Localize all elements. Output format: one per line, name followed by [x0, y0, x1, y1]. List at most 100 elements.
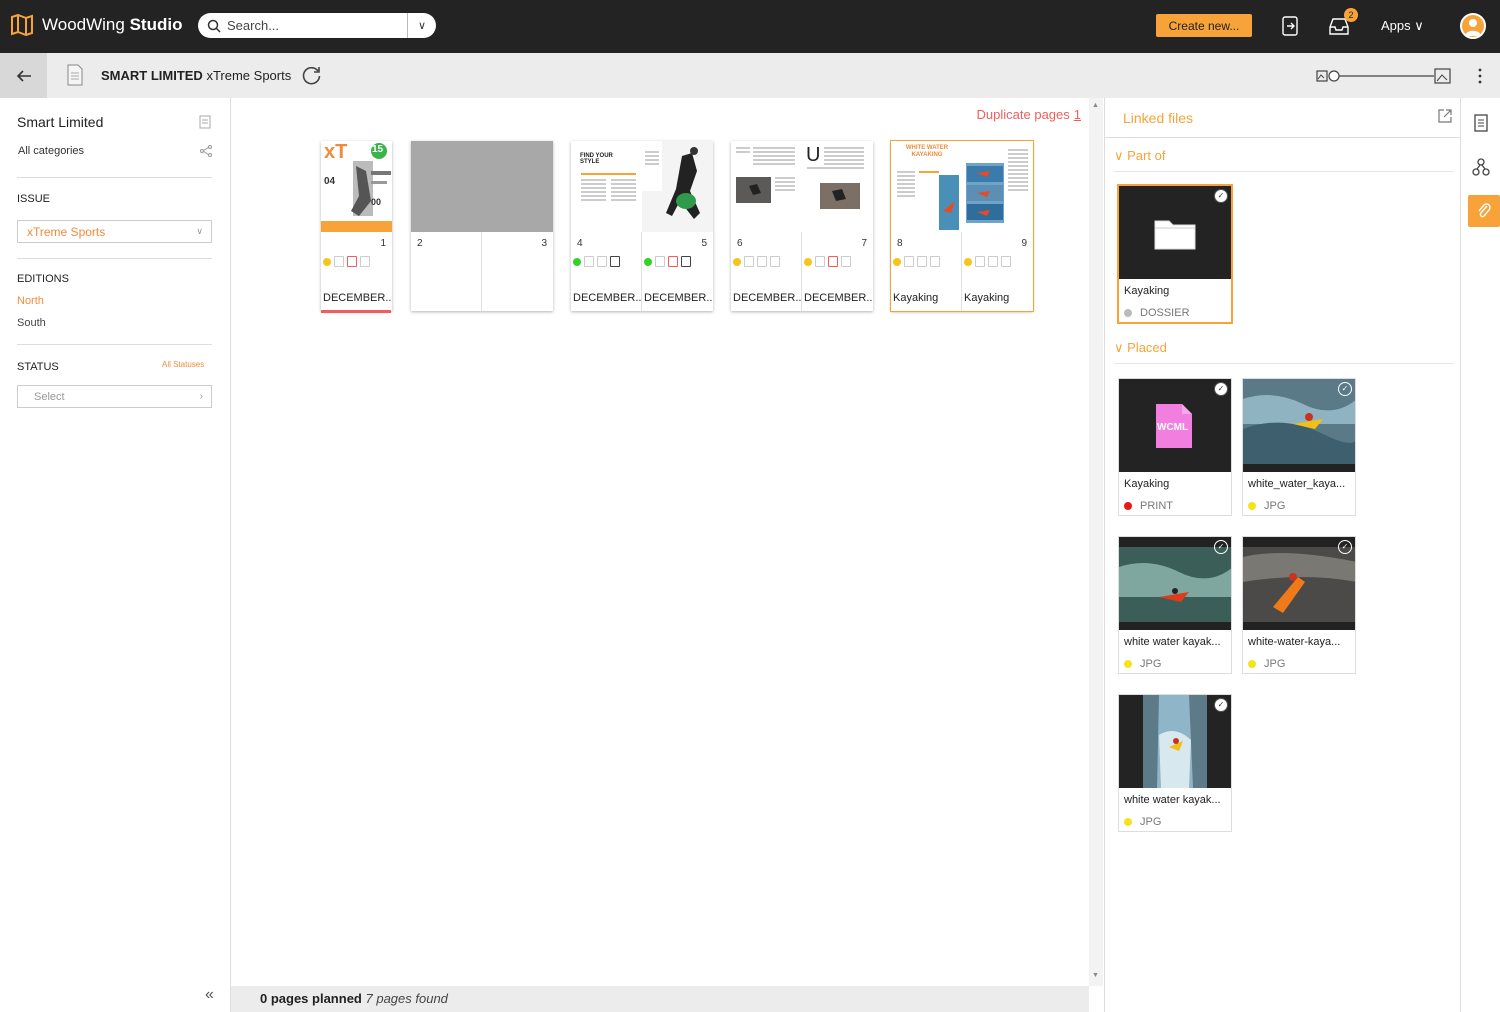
select-checkbox[interactable]: ✓ — [1214, 382, 1228, 396]
page-spread[interactable]: 6 DECEMBER... U 7 DECEMBER... — [731, 141, 873, 311]
page-number: 5 — [701, 238, 707, 249]
note-icon — [988, 256, 998, 267]
filter-sidebar: Smart Limited All categories ISSUE xTrem… — [0, 98, 231, 1012]
category-selector[interactable]: All categories — [18, 145, 84, 157]
file-thumbnail — [1243, 537, 1355, 630]
status-select[interactable]: Select › — [17, 385, 212, 408]
paperclip-icon — [1478, 203, 1491, 218]
warning-icon[interactable] — [668, 256, 678, 267]
linked-file-card[interactable]: ✓ white water kayak... JPG — [1118, 536, 1232, 674]
file-name: white water kayak... — [1124, 636, 1221, 648]
page-preview: FIND YOUR STYLE — [571, 141, 642, 232]
flag-icon — [584, 256, 594, 267]
warning-icon[interactable] — [347, 256, 357, 267]
status-dot — [893, 257, 901, 266]
page-thumbnail[interactable]: FIND YOUR STYLE 4 DECEMBER... — [571, 141, 642, 311]
page-preview: WHITE WATER KAYAKING — [891, 141, 962, 232]
search-box[interactable]: Search... ∨ — [198, 13, 436, 38]
page-thumbnail[interactable]: U 7 DECEMBER... — [802, 141, 873, 311]
select-checkbox[interactable]: ✓ — [1214, 540, 1228, 554]
note-icon — [597, 256, 607, 267]
note-icon — [757, 256, 767, 267]
page-headline-text: WHITE WATER KAYAKING — [905, 145, 949, 158]
search-input[interactable]: Search... — [227, 18, 407, 33]
placed-section-toggle[interactable]: ∨ Placed — [1114, 340, 1167, 356]
page-preview — [642, 141, 713, 232]
file-thumbnail — [1119, 537, 1231, 630]
refresh-icon[interactable] — [301, 65, 322, 86]
linked-files-panel: Linked files ∨ Part of ✓ Kayaking DOSSIE… — [1104, 98, 1461, 1012]
properties-icon[interactable] — [1471, 113, 1491, 133]
page-thumbnail[interactable]: 9 Kayaking — [962, 141, 1033, 311]
zoom-slider[interactable] — [1316, 67, 1452, 85]
more-options-icon[interactable] — [1475, 67, 1485, 85]
linked-file-card[interactable]: ✓ white water kayak... JPG — [1118, 694, 1232, 832]
file-name: Kayaking — [1124, 478, 1170, 490]
linked-file-card[interactable]: ✓ white_water_kaya... JPG — [1242, 378, 1356, 516]
user-avatar[interactable] — [1460, 13, 1486, 39]
page-thumbnail[interactable]: 5 DECEMBER... — [642, 141, 713, 311]
page-status-icons — [323, 256, 370, 267]
issue-select-value: xTreme Sports — [27, 224, 106, 239]
brand-icon[interactable] — [199, 115, 211, 129]
edition-north[interactable]: North — [17, 295, 44, 307]
file-name: white_water_kaya... — [1248, 478, 1346, 490]
scroll-up-icon[interactable]: ▲ — [1092, 102, 1099, 109]
scroll-down-icon[interactable]: ▼ — [1092, 972, 1099, 979]
page-thumbnail[interactable]: WHITE WATER KAYAKING 8 Kayaking — [891, 141, 962, 311]
edition-south[interactable]: South — [17, 317, 46, 329]
vertical-scrollbar[interactable] — [1089, 98, 1103, 986]
page-spread-selected[interactable]: WHITE WATER KAYAKING 8 Kayaking 9 Kayaki… — [890, 140, 1034, 312]
page-thumbnail[interactable]: xT 15 04 00 1 DECEMBER... — [321, 141, 392, 313]
page-label: DECEMBER... — [323, 292, 391, 304]
warning-icon[interactable] — [828, 256, 838, 267]
page-spread[interactable]: FIND YOUR STYLE 4 DECEMBER... 5 DECEMBER… — [571, 141, 713, 311]
page-spread[interactable]: 2 3 — [411, 141, 553, 311]
linked-files-tab[interactable] — [1468, 195, 1500, 227]
linked-file-card[interactable]: ✓ white-water-kaya... JPG — [1242, 536, 1356, 674]
select-checkbox[interactable]: ✓ — [1338, 540, 1352, 554]
page-thumbnail[interactable]: 2 — [411, 141, 482, 311]
import-icon[interactable] — [1280, 15, 1300, 37]
file-type-label: JPG — [1140, 816, 1162, 828]
chevron-down-icon: ∨ — [1114, 340, 1124, 355]
part-of-section-toggle[interactable]: ∨ Part of — [1114, 148, 1165, 164]
chevron-right-icon: › — [199, 391, 203, 402]
create-new-button[interactable]: Create new... — [1156, 14, 1252, 37]
page-label: DECEMBER... — [804, 292, 872, 304]
placed-label: Placed — [1127, 340, 1167, 355]
page-number: 4 — [577, 238, 583, 249]
select-checkbox[interactable]: ✓ — [1214, 698, 1228, 712]
editions-label: EDITIONS — [17, 273, 69, 285]
page-spread[interactable]: xT 15 04 00 1 DECEMBER... — [321, 141, 392, 313]
page-label: DECEMBER... — [573, 292, 641, 304]
flag-icon — [815, 256, 825, 267]
app-logo[interactable]: WoodWing Studio — [10, 14, 182, 36]
page-number: 1 — [380, 238, 386, 249]
breadcrumb-issue: xTreme Sports — [206, 68, 292, 83]
search-dropdown-button[interactable]: ∨ — [407, 13, 436, 38]
duplicate-pages-link[interactable]: Duplicate pages 1 — [977, 107, 1081, 122]
page-label: DECEMBER... — [733, 292, 801, 304]
status-dot — [1124, 309, 1132, 317]
open-external-icon[interactable] — [1437, 108, 1453, 124]
linked-file-card-dossier[interactable]: ✓ Kayaking DOSSIER — [1117, 184, 1233, 324]
panel-rail — [1460, 98, 1500, 1012]
cover-logo-text: xT — [324, 141, 348, 163]
file-type: JPG — [1248, 658, 1285, 670]
layout-document-icon — [67, 64, 83, 86]
apps-menu[interactable]: Apps ∨ — [1381, 18, 1424, 34]
back-button[interactable] — [0, 53, 47, 98]
category-tree-icon[interactable] — [200, 145, 212, 157]
chevron-down-icon: ∨ — [196, 226, 203, 236]
page-thumbnail[interactable]: 3 — [482, 141, 553, 311]
select-checkbox[interactable]: ✓ — [1338, 382, 1352, 396]
page-thumbnail[interactable]: 6 DECEMBER... — [731, 141, 802, 311]
divider — [1105, 137, 1461, 138]
issue-select[interactable]: xTreme Sports ∨ — [17, 220, 212, 243]
relations-icon[interactable] — [1471, 157, 1491, 177]
collapse-sidebar-icon[interactable]: « — [205, 986, 214, 1004]
all-statuses-link[interactable]: All Statuses — [162, 360, 204, 369]
select-checkbox[interactable]: ✓ — [1214, 189, 1228, 203]
linked-file-card[interactable]: WCML ✓ Kayaking PRINT — [1118, 378, 1232, 516]
